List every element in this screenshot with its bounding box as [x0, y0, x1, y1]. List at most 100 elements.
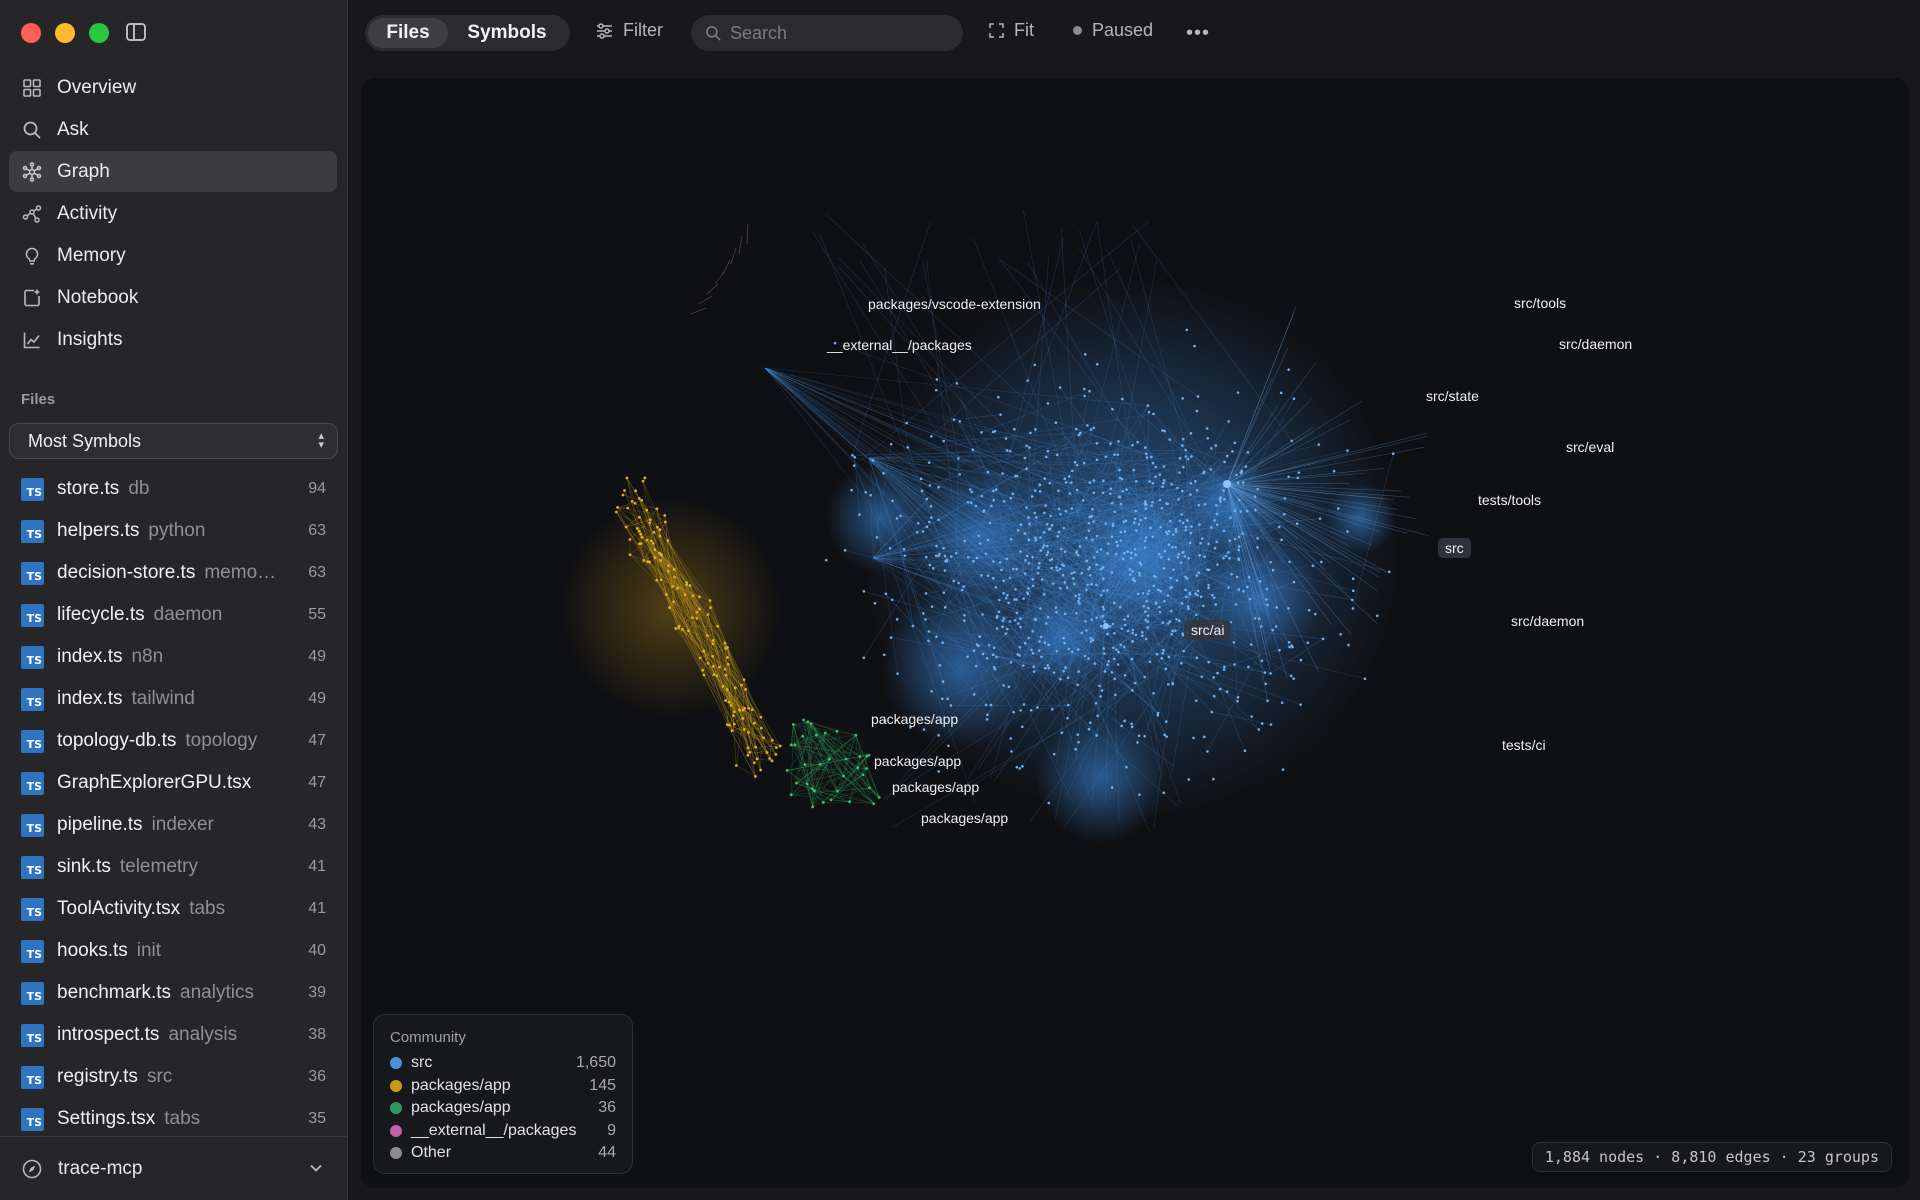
graph-node[interactable]: [725, 688, 729, 691]
graph-node[interactable]: [1210, 446, 1213, 450]
graph-node[interactable]: [702, 649, 706, 653]
graph-node[interactable]: [1292, 677, 1296, 680]
graph-node[interactable]: [895, 618, 899, 621]
graph-node[interactable]: [971, 448, 975, 452]
graph-node[interactable]: [648, 518, 652, 522]
graph-node[interactable]: [1075, 427, 1078, 431]
graph-node[interactable]: [1096, 714, 1099, 718]
graph-node[interactable]: [1060, 731, 1064, 735]
graph-node[interactable]: [1087, 727, 1091, 731]
graph-node[interactable]: [986, 574, 990, 577]
graph-node[interactable]: [1057, 489, 1060, 493]
graph-node[interactable]: [691, 594, 695, 598]
file-list-item[interactable]: TS index.ts tailwind 49: [9, 678, 338, 720]
graph-node[interactable]: [685, 583, 688, 587]
graph-node[interactable]: [1277, 525, 1281, 529]
graph-node[interactable]: [955, 382, 959, 385]
graph-node[interactable]: [1015, 611, 1019, 615]
graph-node[interactable]: [903, 554, 907, 557]
graph-node[interactable]: [1106, 663, 1109, 666]
graph-node[interactable]: [1023, 456, 1027, 460]
graph-node[interactable]: [1063, 641, 1066, 645]
graph-node[interactable]: [755, 757, 759, 761]
graph-node[interactable]: [1241, 481, 1245, 484]
graph-cluster-label[interactable]: __external__/packages: [827, 337, 972, 353]
graph-node[interactable]: [702, 673, 706, 677]
graph-node[interactable]: [1002, 591, 1005, 595]
graph-node[interactable]: [1187, 778, 1191, 781]
graph-node[interactable]: [1144, 637, 1148, 641]
graph-node[interactable]: [1253, 495, 1257, 498]
graph-node[interactable]: [1101, 491, 1105, 495]
graph-node[interactable]: [982, 509, 986, 512]
graph-node[interactable]: [924, 555, 928, 559]
graph-node[interactable]: [1237, 545, 1241, 548]
graph-node[interactable]: [1049, 514, 1052, 518]
graph-node[interactable]: [1022, 703, 1026, 706]
graph-node[interactable]: [1174, 528, 1178, 531]
graph-node[interactable]: [1188, 541, 1192, 545]
graph-node[interactable]: [1181, 444, 1184, 447]
graph-node[interactable]: [1109, 442, 1112, 445]
graph-cluster-label[interactable]: src/daemon: [1559, 336, 1632, 352]
graph-node[interactable]: [865, 767, 868, 770]
graph-node[interactable]: [994, 586, 998, 589]
graph-node[interactable]: [949, 704, 953, 707]
graph-node[interactable]: [1163, 599, 1166, 603]
graph-node[interactable]: [930, 605, 934, 608]
graph-node[interactable]: [1320, 560, 1323, 564]
graph-node[interactable]: [1111, 407, 1114, 411]
graph-node[interactable]: [1143, 610, 1147, 613]
graph-node[interactable]: [1225, 690, 1229, 693]
file-list-item[interactable]: TS pipeline.ts indexer 43: [9, 804, 338, 846]
graph-node[interactable]: [723, 641, 727, 645]
graph-node[interactable]: [1189, 493, 1192, 496]
graph-node[interactable]: [1083, 394, 1086, 398]
graph-node[interactable]: [925, 525, 929, 529]
graph-node[interactable]: [888, 547, 892, 550]
graph-node[interactable]: [1066, 716, 1069, 720]
graph-node[interactable]: [975, 556, 979, 560]
graph-node[interactable]: [774, 746, 778, 750]
file-list-item[interactable]: TS decision-store.ts memo… 63: [9, 552, 338, 594]
graph-node[interactable]: [1050, 566, 1053, 570]
minimize-window-button[interactable]: [55, 23, 75, 43]
graph-node[interactable]: [829, 798, 833, 802]
graph-node[interactable]: [848, 800, 852, 804]
graph-node[interactable]: [1060, 547, 1063, 551]
graph-node[interactable]: [1145, 599, 1148, 603]
graph-node[interactable]: [1222, 556, 1225, 560]
graph-node[interactable]: [1247, 575, 1251, 579]
graph-node[interactable]: [1126, 615, 1130, 618]
graph-node[interactable]: [1206, 568, 1209, 571]
graph-node[interactable]: [1283, 512, 1286, 516]
graph-node[interactable]: [711, 654, 714, 658]
graph-node[interactable]: [842, 774, 845, 778]
graph-node[interactable]: [1156, 711, 1160, 715]
graph-node[interactable]: [711, 642, 715, 646]
graph-node[interactable]: [628, 538, 632, 541]
graph-node[interactable]: [978, 635, 982, 638]
graph-node[interactable]: [1296, 476, 1300, 480]
graph-node[interactable]: [1138, 561, 1142, 564]
graph-node[interactable]: [1194, 479, 1197, 483]
graph-node[interactable]: [1095, 442, 1099, 445]
graph-node[interactable]: [1248, 597, 1252, 601]
graph-node[interactable]: [1045, 544, 1049, 548]
graph-node[interactable]: [928, 484, 932, 487]
graph-node[interactable]: [1178, 519, 1182, 522]
nav-item-ask[interactable]: Ask: [9, 109, 337, 150]
graph-node[interactable]: [1054, 606, 1058, 609]
graph-node[interactable]: [723, 667, 727, 671]
graph-node[interactable]: [823, 731, 827, 735]
graph-node[interactable]: [972, 649, 976, 652]
graph-node[interactable]: [1018, 617, 1022, 621]
graph-node[interactable]: [1214, 444, 1218, 447]
graph-node[interactable]: [1047, 666, 1051, 670]
graph-node[interactable]: [672, 568, 676, 571]
graph-node[interactable]: [1166, 622, 1170, 625]
graph-node[interactable]: [1271, 628, 1275, 632]
graph-node[interactable]: [998, 598, 1001, 602]
graph-node[interactable]: [1123, 719, 1126, 723]
graph-node[interactable]: [1306, 641, 1310, 645]
